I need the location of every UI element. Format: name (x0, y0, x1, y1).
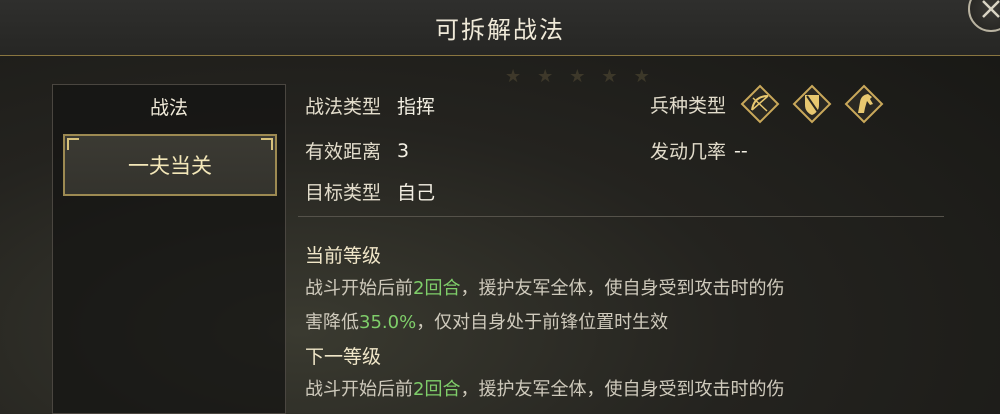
star-icon: ★ (537, 66, 554, 87)
range-label: 有效距离 (305, 141, 382, 163)
troop-type-label: 兵种类型 (650, 94, 727, 117)
desc-highlight: 35.0% (359, 312, 417, 333)
current-level-desc-line2: 害降低35.0%，仅对自身处于前锋位置时生效 (305, 308, 668, 334)
trigger-rate-value: -- (734, 139, 748, 162)
cavalry-horse-icon (844, 84, 884, 124)
title-bar: 可拆解战法 (0, 0, 1000, 56)
troop-type-row: 兵种类型 (650, 84, 884, 124)
tactic-type-label: 战法类型 (305, 96, 382, 118)
tactic-list-header: 战法 (149, 96, 188, 119)
tactic-item-selected[interactable]: 一夫当关 (63, 134, 277, 196)
desc-highlight: 2回合 (413, 278, 461, 299)
desc-highlight: 2回合 (413, 379, 461, 400)
shield-infantry-icon (792, 84, 832, 124)
target-label: 目标类型 (305, 182, 382, 204)
trigger-rate-label: 发动几率 (650, 141, 727, 163)
archer-bow-icon (740, 84, 780, 124)
star-icon: ★ (601, 66, 618, 87)
close-icon (982, 0, 1000, 18)
tactic-type-row: 战法类型 指挥 (305, 92, 435, 119)
desc-text: 战斗开始后前 (305, 379, 413, 400)
target-value: 自己 (397, 182, 436, 204)
window-title: 可拆解战法 (435, 16, 565, 44)
desc-text: 战斗开始后前 (305, 278, 413, 299)
current-level-title: 当前等级 (305, 245, 382, 267)
desc-text: ，援护友军全体，使自身受到攻击时的伤 (460, 278, 785, 299)
divider (298, 216, 944, 217)
range-value: 3 (397, 139, 410, 162)
current-level-desc-line1: 战斗开始后前2回合，援护友军全体，使自身受到攻击时的伤 (305, 274, 784, 300)
range-row: 有效距离 3 (305, 137, 409, 164)
desc-text: ，援护友军全体，使自身受到攻击时的伤 (460, 379, 785, 400)
decorative-stars: ★ ★ ★ ★ ★ (505, 66, 650, 87)
desc-text: ，仅对自身处于前锋位置时生效 (416, 312, 669, 333)
star-icon: ★ (633, 66, 650, 87)
star-icon: ★ (505, 66, 522, 87)
tactic-type-value: 指挥 (397, 96, 436, 118)
next-level-title: 下一等级 (305, 346, 382, 368)
desc-text: 害降低 (305, 312, 359, 333)
target-row: 目标类型 自己 (305, 178, 435, 205)
tactic-list-panel: 战法 一夫当关 (52, 84, 286, 414)
trigger-rate-row: 发动几率 -- (650, 137, 748, 164)
star-icon: ★ (569, 66, 586, 87)
next-level-desc-line1: 战斗开始后前2回合，援护友军全体，使自身受到攻击时的伤 (305, 375, 784, 401)
